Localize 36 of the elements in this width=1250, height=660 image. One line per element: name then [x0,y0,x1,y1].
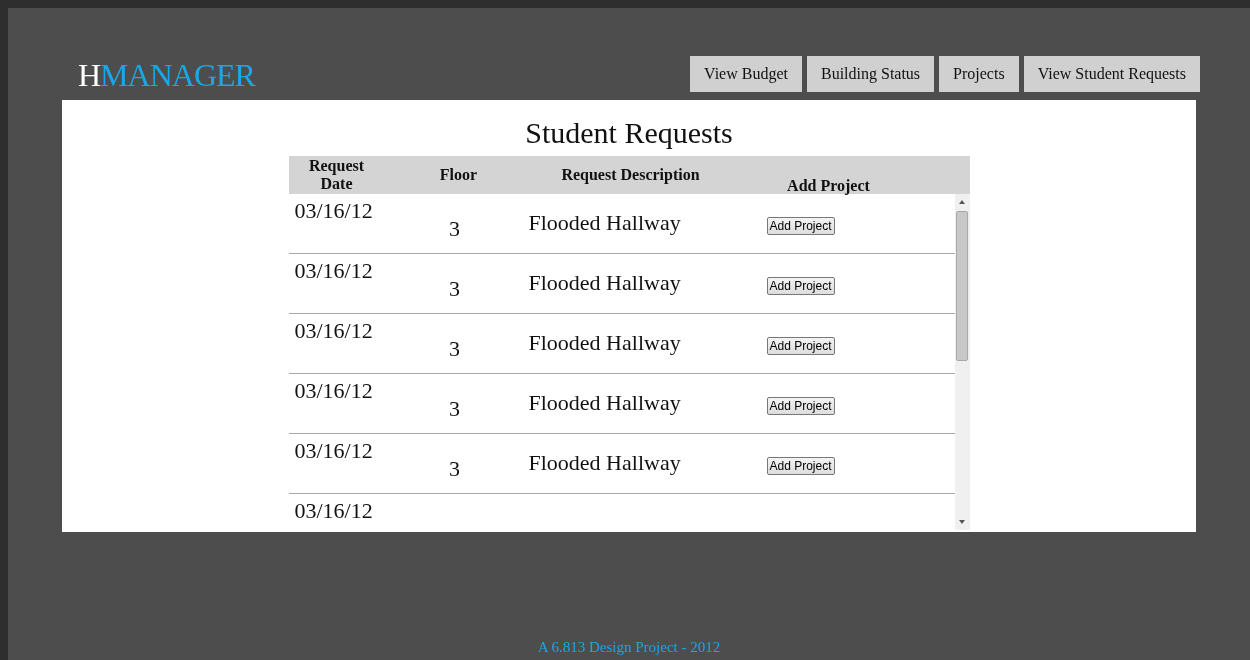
description-cell-text: Flooded Hallway [527,449,682,476]
column-header: Add Project [786,176,871,195]
date-cell-text: 03/16/12 [293,437,374,464]
scroll-up-icon[interactable] [958,199,966,205]
add-project-button[interactable]: Add Project [766,337,835,355]
description-cell-text: Flooded Hallway [527,389,682,416]
date-cell-text: 03/16/12 [293,197,374,224]
description-cell-text: Flooded Hallway [527,269,682,296]
scrollbar[interactable] [954,194,970,530]
page-title: Student Requests [525,116,733,150]
nav-button[interactable]: Projects [939,56,1019,92]
description-cell-text: Flooded Hallway [527,329,682,356]
add-project-button[interactable]: Add Project [766,457,835,475]
add-project-button[interactable]: Add Project [766,217,835,235]
logo: HMANAGER [78,57,255,94]
column-header: Request Description [560,166,701,184]
floor-cell-text: 3 [448,455,461,482]
add-project-button[interactable]: Add Project [766,397,835,415]
floor-cell-text: 3 [448,215,461,242]
column-header: Floor [438,166,479,184]
nav-button[interactable]: View Student Requests [1023,56,1200,92]
description-cell-text: Flooded Hallway [527,209,682,236]
footer-text: A 6.813 Design Project - 2012 [537,639,721,656]
nav-button[interactable]: View Budget [690,56,802,92]
floor-cell-text: 3 [448,395,461,422]
floor-cell-text: 3 [448,335,461,362]
scrollbar-thumb[interactable] [956,211,968,361]
add-project-button[interactable]: Add Project [766,277,835,295]
date-cell-text: 03/16/12 [293,497,374,524]
date-cell-text: 03/16/12 [293,257,374,284]
nav-button[interactable]: Building Status [806,56,935,92]
scroll-down-icon[interactable] [958,519,966,525]
floor-cell-text: 3 [448,275,461,302]
date-cell-text: 03/16/12 [293,317,374,344]
date-cell-text: 03/16/12 [293,377,374,404]
column-header: Request Date [307,157,366,193]
